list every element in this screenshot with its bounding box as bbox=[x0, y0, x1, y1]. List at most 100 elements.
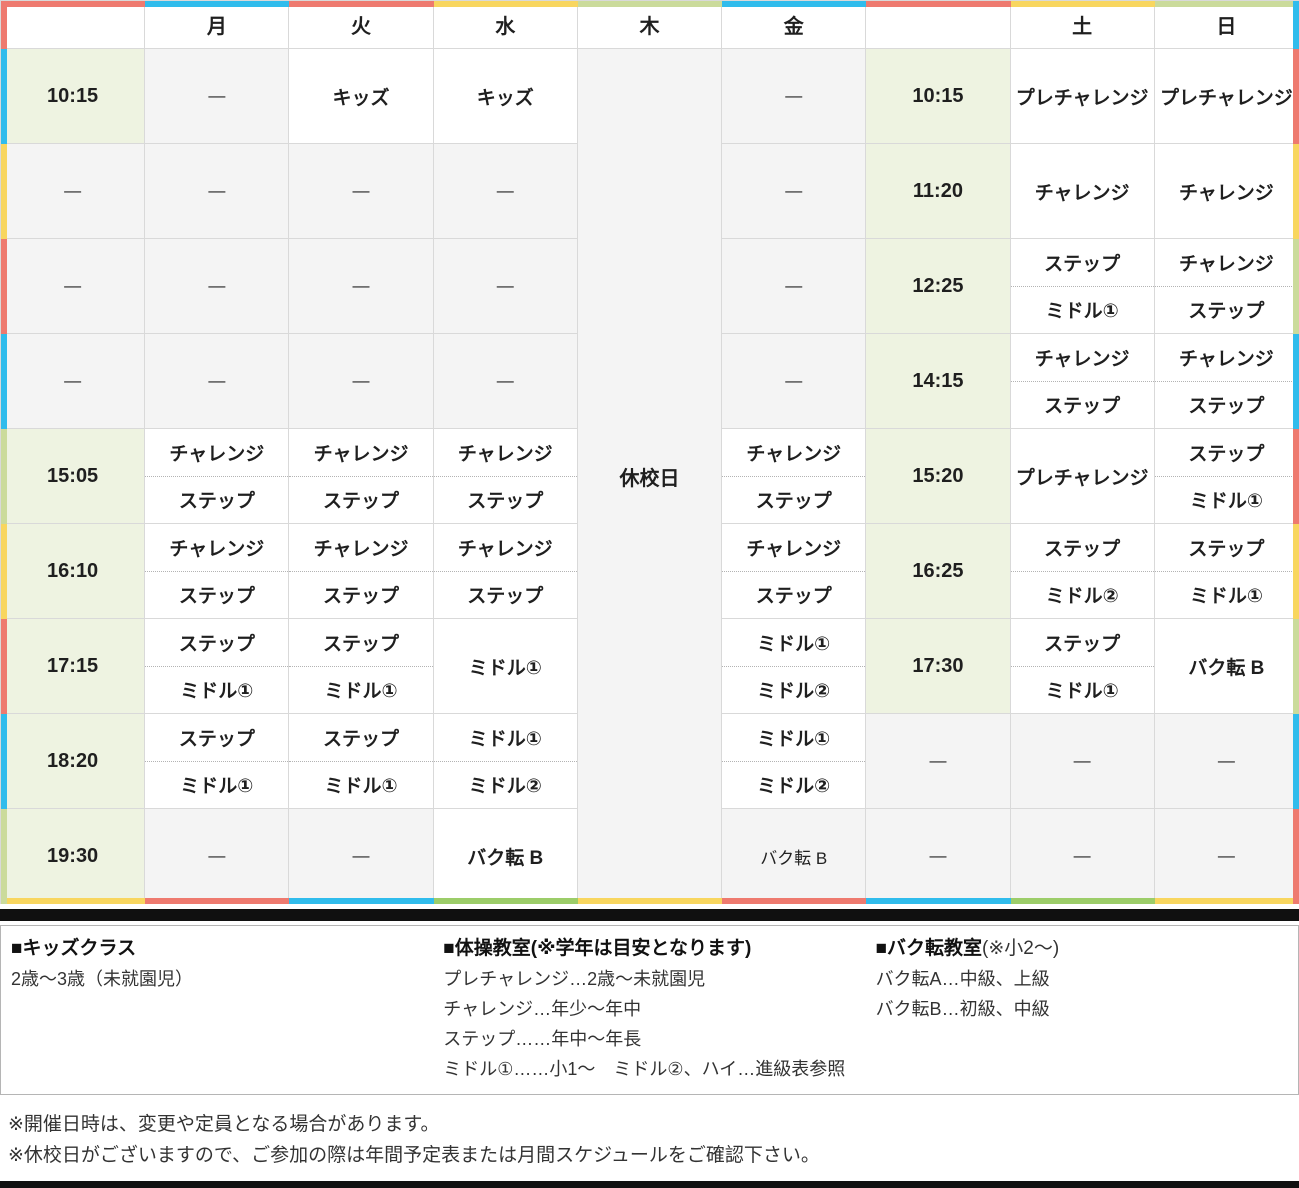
empty-cell: — bbox=[1154, 714, 1299, 809]
legend-line: バク転A…中級、上級 bbox=[875, 969, 1050, 989]
empty-cell: — bbox=[289, 334, 434, 429]
class-cell-split: チャレンジ ステップ bbox=[722, 429, 867, 524]
class-cell: バク転 B bbox=[433, 809, 578, 904]
accent-strip bbox=[1, 1, 7, 49]
accent-strip bbox=[1, 1, 146, 7]
schedule-table: 月 火 水 木 金 土 日 10:15 — キッズ キッズ 休校日 — 10:1… bbox=[0, 0, 1299, 904]
class-label: ステップ bbox=[755, 586, 832, 608]
time-cell: 15:20 bbox=[866, 429, 1011, 524]
divider-bar-bottom bbox=[0, 1181, 1299, 1188]
empty-cell: バク転 B bbox=[722, 809, 867, 904]
class-label: ステップ bbox=[467, 586, 544, 608]
class-cell-split: ミドル① ミドル② bbox=[722, 619, 867, 714]
class-label: チャレンジ bbox=[289, 524, 433, 572]
class-label: ミドル① bbox=[180, 681, 254, 703]
class-label: ステップ bbox=[178, 586, 255, 608]
time-cell: 10:15 bbox=[1, 49, 146, 144]
class-label: ステップ bbox=[1188, 396, 1265, 418]
accent-strip bbox=[1, 144, 7, 239]
class-label: ステップ bbox=[289, 714, 433, 762]
class-label: チャレンジ bbox=[1154, 334, 1298, 382]
class-cell: プレチャレンジ bbox=[1010, 429, 1155, 524]
legend-gym: ■体操教室(※学年は目安となります) プレチャレンジ…2歳〜未就園児 チャレンジ… bbox=[433, 934, 865, 1084]
accent-strip bbox=[1293, 334, 1299, 429]
day-header-mon: 月 bbox=[145, 1, 290, 49]
accent-strip bbox=[1293, 619, 1299, 714]
class-label: チャレンジ bbox=[433, 524, 577, 572]
accent-strip bbox=[866, 898, 1011, 904]
time-cell: 15:05 bbox=[1, 429, 146, 524]
day-header-fri: 金 bbox=[722, 1, 867, 49]
class-label: チャレンジ bbox=[433, 429, 577, 477]
empty-cell: — bbox=[722, 334, 867, 429]
legend-bakuten-title: ■バク転教室(※小2〜) bbox=[876, 934, 1298, 964]
footer-notes: ※開催日時は、変更や定員となる場合があります。 ※休校日がございますので、ご参加… bbox=[8, 1109, 1299, 1171]
legend-line: バク転B…初級、中級 bbox=[875, 999, 1050, 1019]
accent-strip bbox=[1293, 1, 1299, 49]
legend-bakuten-title-bold: ■バク転教室 bbox=[875, 938, 983, 959]
class-label: ミドル② bbox=[468, 776, 542, 798]
empty-cell: — bbox=[145, 49, 290, 144]
time-cell: 18:20 bbox=[1, 714, 146, 809]
accent-strip bbox=[1293, 429, 1299, 524]
class-cell-split: ステップ ミドル① bbox=[1010, 619, 1155, 714]
accent-strip bbox=[1, 898, 146, 904]
empty-cell: — bbox=[145, 334, 290, 429]
time-cell: 10:15 bbox=[866, 49, 1011, 144]
time-cell: 14:15 bbox=[866, 334, 1011, 429]
legend-box: ■キッズクラス 2歳〜3歳（未就園児） ■体操教室(※学年は目安となります) プ… bbox=[0, 925, 1299, 1095]
class-cell: チャレンジ bbox=[1154, 144, 1299, 239]
class-label: ミドル① bbox=[1189, 586, 1263, 608]
class-label: ステップ bbox=[289, 619, 433, 667]
empty-cell: — bbox=[1, 239, 146, 334]
class-label: チャレンジ bbox=[1154, 239, 1298, 287]
class-cell-split: ステップ ミドル① bbox=[145, 714, 290, 809]
class-cell: バク転 B bbox=[1154, 619, 1299, 714]
class-label: ミドル① bbox=[1189, 491, 1263, 513]
empty-cell: — bbox=[1, 144, 146, 239]
time-cell: 17:30 bbox=[866, 619, 1011, 714]
class-cell-split: チャレンジ ステップ bbox=[1154, 334, 1299, 429]
class-cell: プレチャレンジ bbox=[1010, 49, 1155, 144]
empty-cell: — bbox=[289, 809, 434, 904]
accent-strip bbox=[1293, 239, 1299, 334]
accent-strip bbox=[1010, 1, 1155, 7]
class-cell-split: ミドル① ミドル② bbox=[433, 714, 578, 809]
class-cell-split: ステップ ミドル① bbox=[289, 619, 434, 714]
day-header-wed: 水 bbox=[433, 1, 578, 49]
accent-strip bbox=[1, 619, 7, 714]
empty-cell: — bbox=[1, 334, 146, 429]
class-label: ステップ bbox=[467, 491, 544, 513]
accent-strip bbox=[722, 1, 867, 7]
class-label: ステップ bbox=[755, 491, 832, 513]
accent-strip bbox=[289, 898, 434, 904]
class-label: ミドル① bbox=[1045, 681, 1119, 703]
empty-cell: — bbox=[433, 334, 578, 429]
empty-cell: — bbox=[722, 49, 867, 144]
accent-strip bbox=[577, 898, 723, 904]
class-label: ミドル① bbox=[433, 714, 577, 762]
class-label: ステップ bbox=[178, 491, 255, 513]
class-label: ミドル① bbox=[722, 619, 866, 667]
class-label: ステップ bbox=[323, 491, 400, 513]
accent-strip bbox=[145, 898, 290, 904]
accent-strip bbox=[1, 809, 7, 904]
legend-line: プレチャレンジ…2歳〜未就園児 bbox=[443, 969, 706, 989]
class-label: チャレンジ bbox=[1010, 334, 1154, 382]
accent-strip bbox=[433, 898, 578, 904]
class-label: ミドル① bbox=[324, 776, 398, 798]
legend-line: チャレンジ…年少〜年中 bbox=[443, 999, 642, 1019]
closed-day-cell: 休校日 bbox=[577, 49, 723, 904]
class-cell-split: ステップ ミドル① bbox=[1154, 429, 1299, 524]
class-cell: キッズ bbox=[433, 49, 578, 144]
class-label: ステップ bbox=[145, 619, 289, 667]
legend-bakuten-title-note: (※小2〜) bbox=[982, 938, 1060, 959]
day-header-thu: 木 bbox=[577, 1, 723, 49]
accent-strip bbox=[1293, 524, 1299, 619]
accent-strip bbox=[577, 1, 723, 7]
legend-bakuten: ■バク転教室(※小2〜) バク転A…中級、上級 バク転B…初級、中級 bbox=[866, 934, 1298, 1084]
legend-line: ステップ……年中〜年長 bbox=[443, 1029, 642, 1049]
note-line: ※休校日がございますので、ご参加の際は年間予定表または月間スケジュールをご確認下… bbox=[8, 1145, 820, 1166]
class-label: ミドル② bbox=[757, 681, 831, 703]
accent-strip bbox=[1293, 49, 1299, 144]
